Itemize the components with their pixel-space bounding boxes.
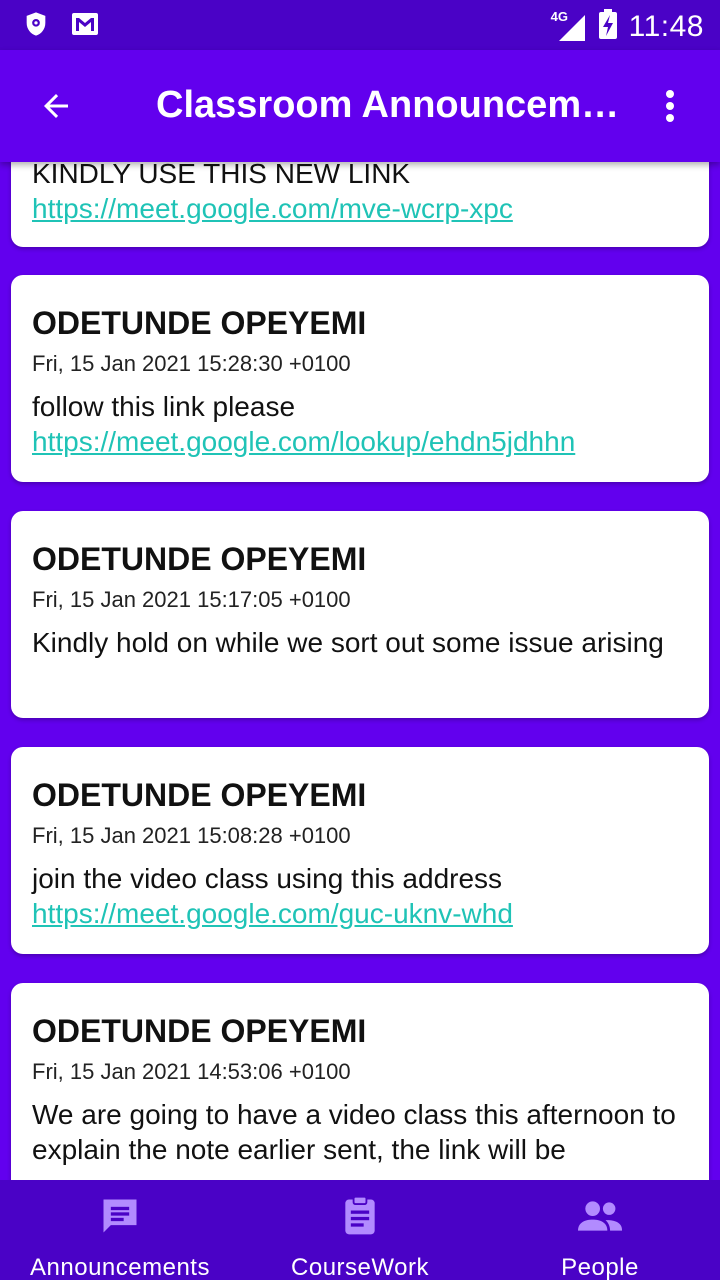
announcement-card[interactable]: ODETUNDE OPEYEMI Fri, 15 Jan 2021 14:53:… xyxy=(11,983,709,1180)
clipboard-icon xyxy=(338,1194,382,1238)
announcement-card[interactable]: ODETUNDE OPEYEMI Fri, 15 Jan 2021 15:08:… xyxy=(11,747,709,954)
announcement-card[interactable]: KINDLY USE THIS NEW LINK https://meet.go… xyxy=(11,162,709,247)
shield-icon xyxy=(22,10,50,43)
app-bar: Classroom Announcements xyxy=(0,50,720,162)
notification-icons xyxy=(22,10,100,43)
system-icons: 4G 11:48 xyxy=(551,8,704,45)
announcement-date: Fri, 15 Jan 2021 15:28:30 +0100 xyxy=(32,351,351,376)
nav-label: CourseWork xyxy=(291,1254,429,1280)
announcement-card[interactable]: ODETUNDE OPEYEMI Fri, 15 Jan 2021 15:28:… xyxy=(11,275,709,482)
announcement-text: follow this link please xyxy=(32,391,296,422)
announcement-author: ODETUNDE OPEYEMI xyxy=(32,305,367,341)
arrow-back-icon xyxy=(44,94,68,118)
people-icon xyxy=(576,1194,624,1238)
announcement-date: Fri, 15 Jan 2021 15:08:28 +0100 xyxy=(32,823,351,848)
nav-coursework[interactable]: CourseWork xyxy=(270,1180,450,1280)
clock: 11:48 xyxy=(628,9,704,43)
announcement-icon xyxy=(98,1194,142,1238)
signal-icon: 4G xyxy=(551,9,587,43)
announcement-author: ODETUNDE OPEYEMI xyxy=(32,777,367,813)
announcement-link[interactable]: https://meet.google.com/guc-uknv-whd xyxy=(32,896,688,931)
announcement-card[interactable]: ODETUNDE OPEYEMI Fri, 15 Jan 2021 15:17:… xyxy=(11,511,709,718)
announcement-author: ODETUNDE OPEYEMI xyxy=(32,541,367,577)
announcement-feed[interactable]: KINDLY USE THIS NEW LINK https://meet.go… xyxy=(0,162,720,1180)
announcement-author: ODETUNDE OPEYEMI xyxy=(32,1013,367,1049)
nav-label: People xyxy=(561,1254,639,1280)
nav-label: Announcements xyxy=(30,1254,210,1280)
more-vert-icon xyxy=(666,90,674,122)
announcement-link[interactable]: https://meet.google.com/mve-wcrp-xpc xyxy=(32,191,688,226)
announcement-date: Fri, 15 Jan 2021 15:17:05 +0100 xyxy=(32,587,351,612)
gmail-icon xyxy=(70,10,100,43)
announcement-text: Kindly hold on while we sort out some is… xyxy=(32,627,664,658)
announcement-text: join the video class using this address xyxy=(32,863,503,894)
announcement-text: KINDLY USE THIS NEW LINK xyxy=(32,162,411,189)
nav-announcements[interactable]: Announcements xyxy=(20,1180,220,1280)
overflow-menu-button[interactable] xyxy=(644,80,696,132)
battery-charging-icon xyxy=(597,8,619,45)
back-button[interactable] xyxy=(30,80,82,132)
nav-people[interactable]: People xyxy=(520,1180,680,1280)
announcement-link[interactable]: https://meet.google.com/lookup/ehdn5jdhh… xyxy=(32,424,688,459)
status-bar: 4G 11:48 xyxy=(0,0,720,50)
announcement-text: We are going to have a video class this … xyxy=(32,1099,676,1165)
bottom-navigation: Announcements CourseWork People xyxy=(0,1180,720,1280)
announcement-date: Fri, 15 Jan 2021 14:53:06 +0100 xyxy=(32,1059,351,1084)
page-title: Classroom Announcements xyxy=(156,84,626,126)
